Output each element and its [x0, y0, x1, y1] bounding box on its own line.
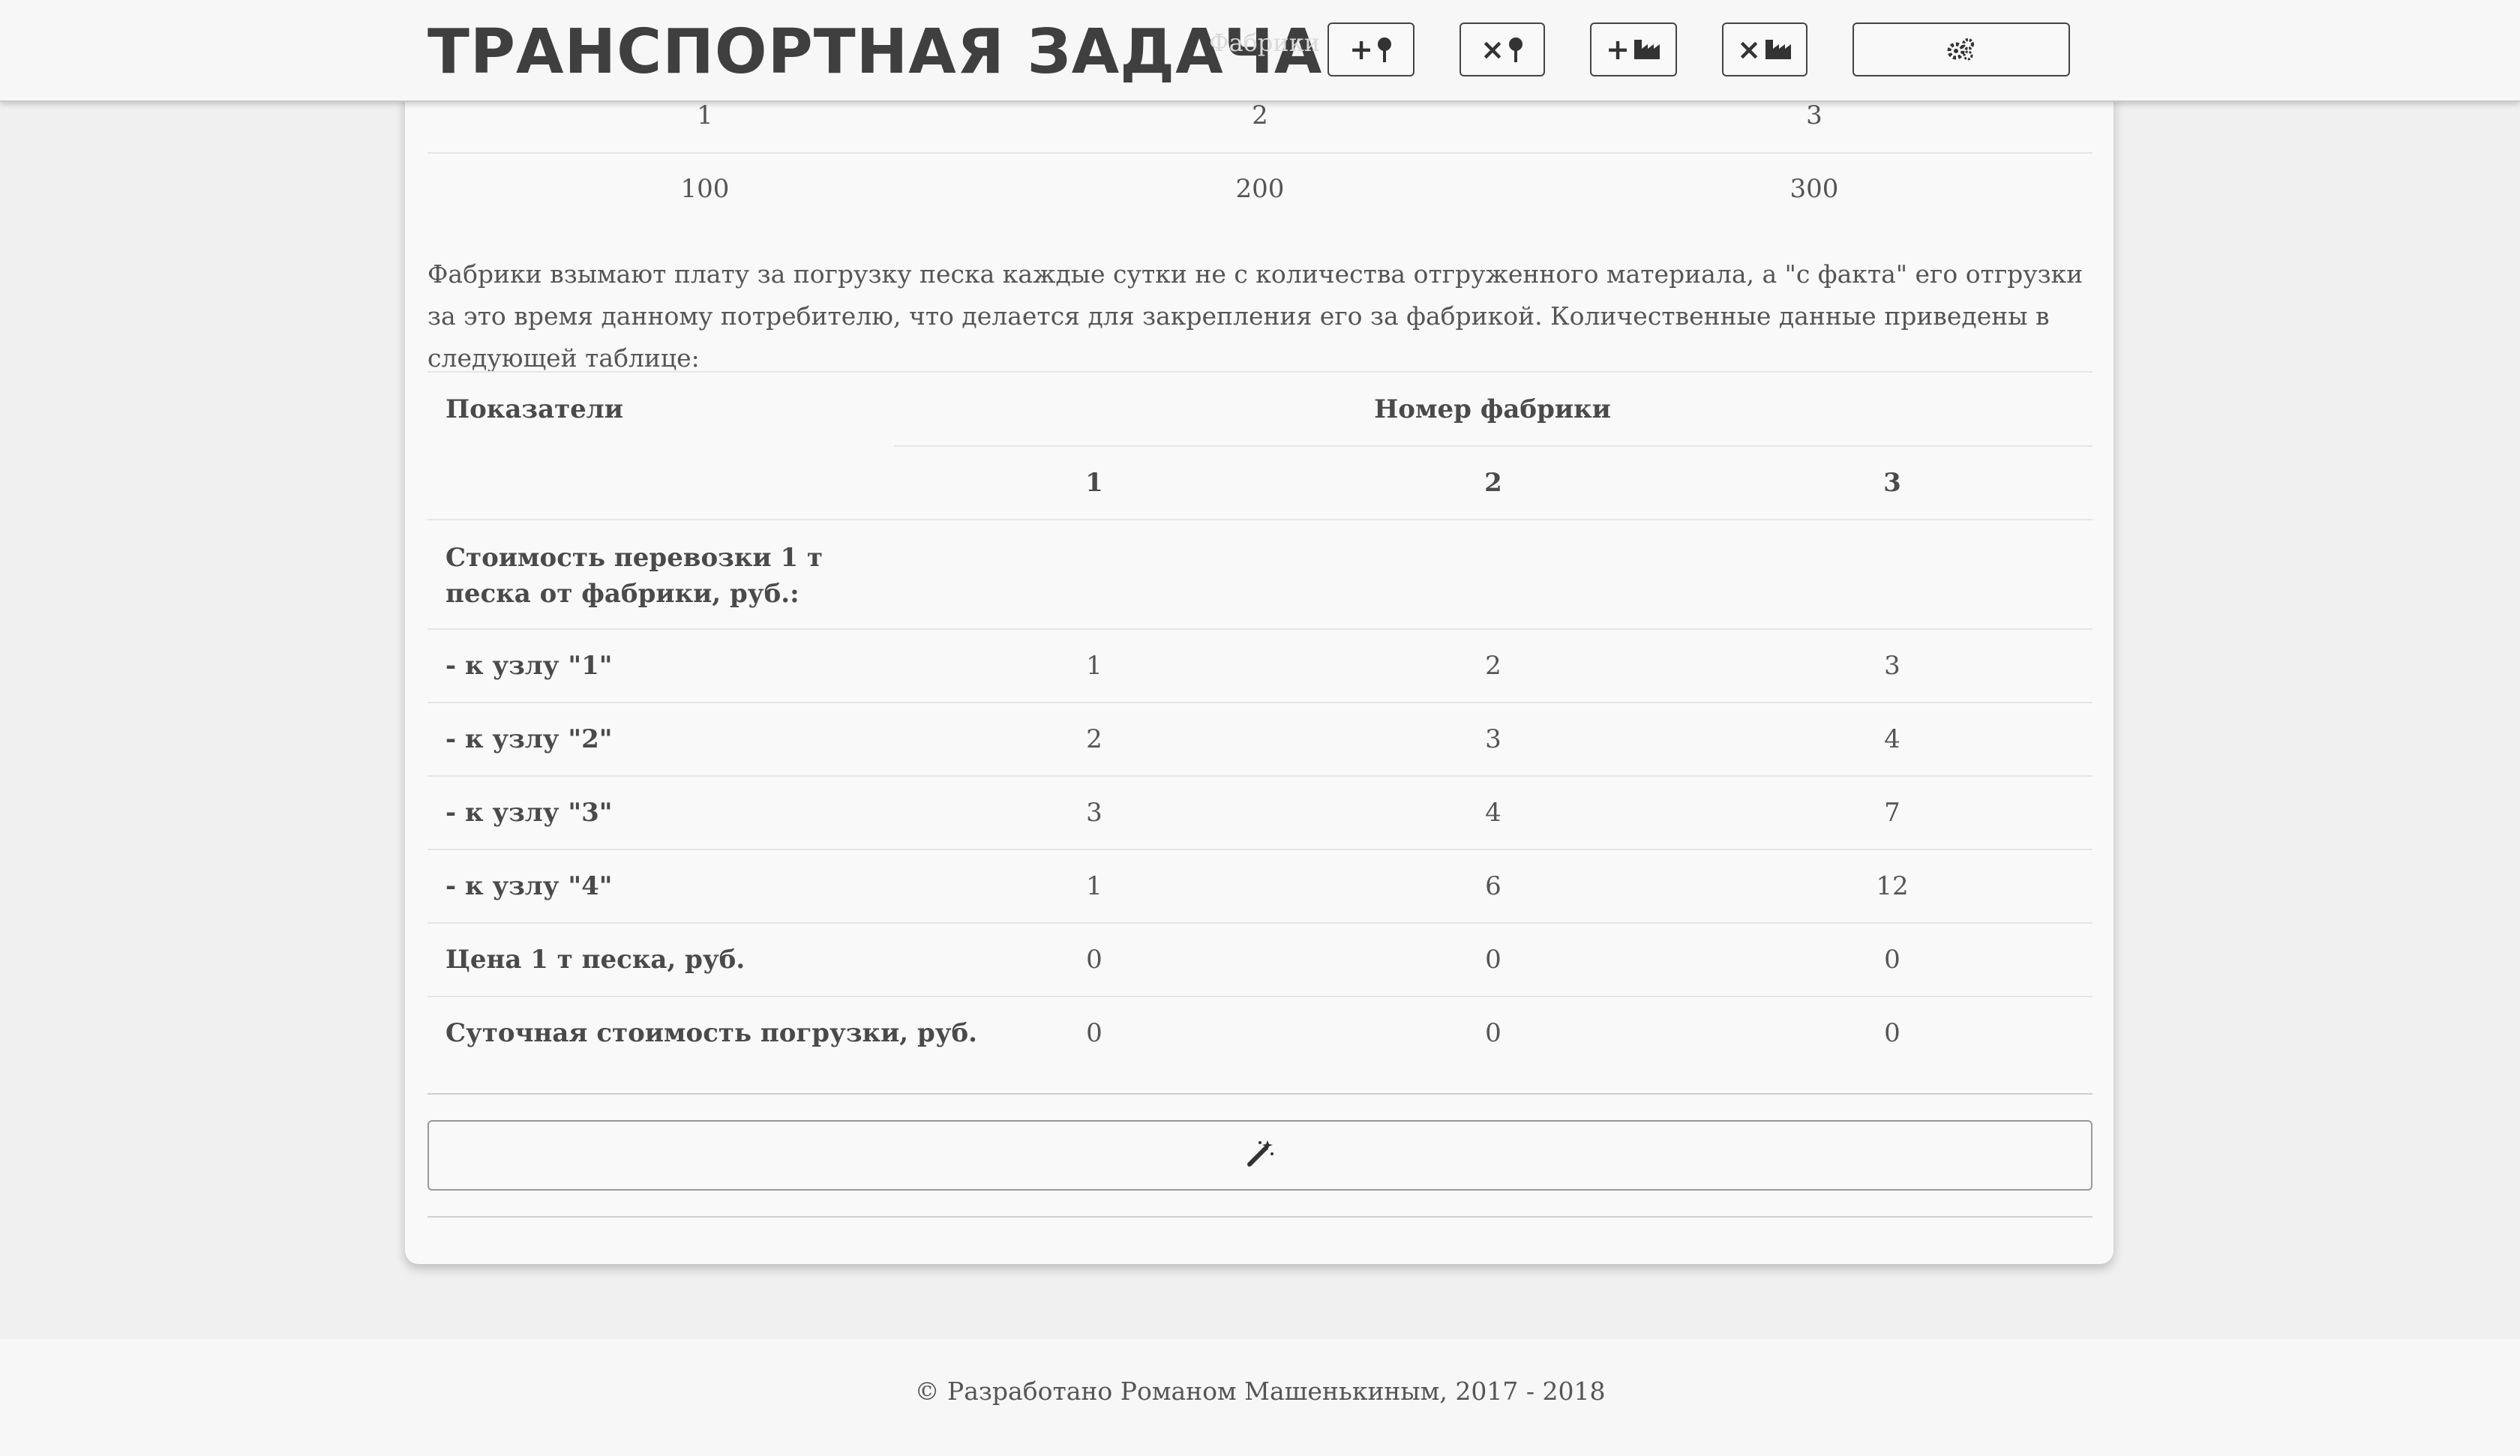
divider	[428, 702, 2092, 703]
row-label: Суточная стоимость погрузки, руб.	[446, 1018, 978, 1048]
divider	[894, 445, 2092, 447]
cell: 3	[1485, 724, 1502, 754]
cogs-icon	[1947, 37, 1976, 61]
factory-column-2: 2	[1484, 468, 1502, 498]
cell: 0	[1086, 945, 1102, 975]
cell: 2	[1086, 724, 1102, 754]
solve-button[interactable]	[428, 1120, 2092, 1191]
cell: 4	[1485, 798, 1502, 828]
footer-copyright: © Разработано Романом Машенькиным, 2017 …	[914, 1377, 1606, 1406]
cell: 0	[1485, 1018, 1502, 1048]
row-label: - к узлу "1"	[446, 651, 613, 681]
divider	[428, 775, 2092, 777]
faded-section-label: Фабрики	[1209, 28, 1321, 57]
plus-factory-icon: +	[1606, 33, 1661, 66]
header-factory-number: Номер фабрики	[1374, 394, 1611, 424]
cell: 0	[1884, 945, 1900, 975]
divider	[428, 849, 2092, 850]
divider	[428, 1216, 2092, 1218]
description-paragraph: Фабрики взымают плату за погрузку песка …	[428, 259, 2084, 373]
factory-value-3: 300	[1790, 174, 1839, 204]
cell: 7	[1884, 798, 1900, 828]
add-factory-button[interactable]: +	[1590, 22, 1677, 76]
magic-wand-icon	[1245, 1139, 1275, 1172]
cell: 3	[1884, 651, 1900, 681]
add-consumer-button[interactable]: +	[1328, 22, 1414, 76]
factory-number-1: 1	[697, 100, 713, 130]
cell: 1	[1086, 871, 1102, 901]
times-pin-icon: ×	[1480, 33, 1524, 66]
cell: 12	[1876, 871, 1909, 901]
row-label: - к узлу "2"	[446, 724, 613, 754]
header-indicators: Показатели	[446, 394, 623, 424]
divider	[428, 152, 2092, 154]
factory-value-2: 200	[1235, 174, 1285, 204]
plus-pin-icon: +	[1349, 33, 1393, 66]
cell: 4	[1884, 724, 1900, 754]
cell: 0	[1086, 1018, 1102, 1048]
row-label: - к узлу "4"	[446, 871, 613, 901]
divider	[428, 519, 2092, 520]
divider	[428, 628, 2092, 630]
row-label: - к узлу "3"	[446, 798, 613, 828]
remove-factory-button[interactable]: ×	[1722, 22, 1808, 76]
page-title: ТРАНСПОРТНАЯ ЗАДАЧА	[428, 16, 1323, 88]
divider	[428, 922, 2092, 924]
factory-number-3: 3	[1806, 100, 1822, 130]
divider	[428, 1093, 2092, 1095]
cell: 6	[1485, 871, 1502, 901]
section-label: Стоимость перевозки 1 т песка от фабрики…	[446, 543, 824, 609]
remove-consumer-button[interactable]: ×	[1460, 22, 1545, 76]
cell: 3	[1086, 798, 1102, 828]
cell: 0	[1884, 1018, 1900, 1048]
divider	[428, 996, 2092, 997]
factory-column-3: 3	[1883, 468, 1901, 498]
cell: 0	[1485, 945, 1502, 975]
factory-number-2: 2	[1252, 100, 1268, 130]
times-factory-icon: ×	[1737, 33, 1792, 66]
cell: 2	[1485, 651, 1502, 681]
divider	[428, 371, 2092, 373]
factory-value-1: 100	[680, 174, 730, 204]
cell: 1	[1086, 651, 1102, 681]
settings-button[interactable]	[1852, 22, 2070, 76]
factory-column-1: 1	[1085, 468, 1103, 498]
top-navbar: ТРАНСПОРТНАЯ ЗАДАЧА Фабрики + × + ×	[0, 0, 2520, 102]
row-label: Цена 1 т песка, руб.	[446, 945, 746, 975]
